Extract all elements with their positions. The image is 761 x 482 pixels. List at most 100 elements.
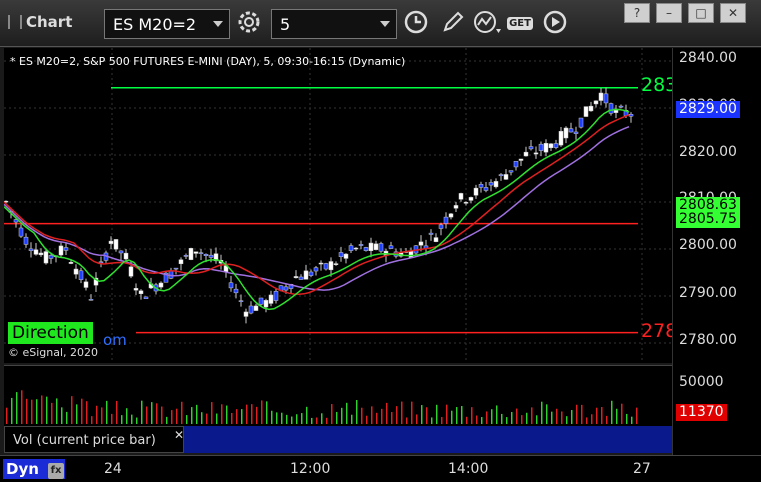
volume-bar [206,413,208,424]
volume-bar [171,410,173,424]
direction-label[interactable]: Direction [8,322,93,344]
candle-body [538,143,544,151]
candle-body [158,282,164,288]
volume-bar [336,411,338,424]
candle-body [198,252,204,254]
volume-bar [631,416,633,424]
chevron-down-icon[interactable] [213,21,223,27]
volume-bar [236,409,238,424]
candle-body [63,247,69,251]
study-label[interactable]: Vol (current price bar) [4,426,184,453]
volume-bar [131,414,133,424]
candle-body [248,305,254,314]
volume-bar [71,396,73,424]
candle-body [183,255,189,257]
volume-bar [106,400,108,424]
minimize-button[interactable]: – [656,3,682,23]
volume-bar [256,406,258,424]
volume-bar [381,408,383,424]
fx-icon[interactable]: fx [48,463,64,479]
volume-bar [251,404,253,424]
volume-bar [301,413,303,424]
get-icon[interactable]: GET [505,9,535,39]
volume-bar [191,407,193,424]
price-tick: 2800.00 [679,237,737,253]
volume-chart-svg [6,390,638,424]
volume-bar [11,397,13,424]
volume-bar [296,414,298,424]
play-icon[interactable] [540,9,570,39]
volume-bar [391,412,393,424]
candle-body [133,288,139,291]
restore-button[interactable]: □ [688,3,714,23]
candle-body [473,187,479,196]
candle-body [58,245,64,256]
volume-bar [491,409,493,424]
candle-body [568,128,574,133]
volume-bar [546,404,548,424]
chart-line-icon[interactable] [472,9,502,39]
candle-body [498,174,504,177]
volume-bar [566,416,568,424]
volume-bar [526,412,528,424]
volume-bar [591,414,593,424]
grip-icon[interactable] [8,15,22,29]
volume-bar [621,403,623,424]
candle-body [178,259,184,265]
interval-value: 5 [280,15,291,34]
help-button[interactable]: ? [624,3,650,23]
price-tick: 2780.00 [679,332,737,348]
symbol-input[interactable]: ES M20=2 [104,9,230,39]
time-tick: 14:00 [448,461,489,477]
candle-body [618,105,624,108]
volume-bar [596,407,598,424]
volume-bar [421,405,423,424]
candle-body [468,197,474,201]
candle-body [503,174,509,180]
volume-bar [266,401,268,424]
candle-body [443,216,449,224]
time-axis[interactable]: Dyn fx 24 12:00 14:00 27 [0,455,761,482]
dyn-button[interactable]: Dyn fx [3,459,65,479]
volume-bar [481,417,483,424]
volume-bar [461,406,463,424]
chevron-down-icon[interactable] [380,21,390,27]
candle-body [578,117,584,128]
close-button[interactable]: ✕ [720,3,746,23]
volume-bar [366,415,368,424]
candle-body [583,106,589,117]
candle-body [483,187,489,191]
time-tick: 27 [633,461,651,477]
volume-bar [551,411,553,424]
candle-body [233,288,239,294]
volume-chart[interactable] [4,365,672,426]
interval-input[interactable]: 5 [271,9,397,39]
volume-bar [151,402,153,424]
volume-bar [356,400,358,424]
candle-body [78,270,84,280]
volume-bar [486,411,488,424]
app-title-text: Chart [26,13,73,31]
candle-body [168,270,174,279]
volume-bar [331,404,333,424]
close-icon[interactable]: ✕ [174,428,184,442]
price-chart-svg [3,48,672,363]
volume-bar [536,415,538,424]
volume-bar [531,407,533,424]
volume-bar [216,413,218,424]
pencil-icon[interactable] [438,9,468,39]
clock-icon[interactable] [401,9,431,39]
volume-bar [141,400,143,424]
price-tick: 2840.00 [679,50,737,66]
volume-bar [561,411,563,424]
gear-icon[interactable] [234,9,264,39]
volume-bar [176,408,178,424]
candle-body [208,254,214,258]
price-axis[interactable]: 2840.00 2830.00 2820.00 2810.00 2800.00 … [672,48,761,468]
candle-body [373,243,379,250]
volume-bar [161,406,163,424]
volume-bar [556,408,558,424]
candle-body [563,127,569,139]
price-chart[interactable] [3,48,672,363]
volume-bar [156,403,158,424]
